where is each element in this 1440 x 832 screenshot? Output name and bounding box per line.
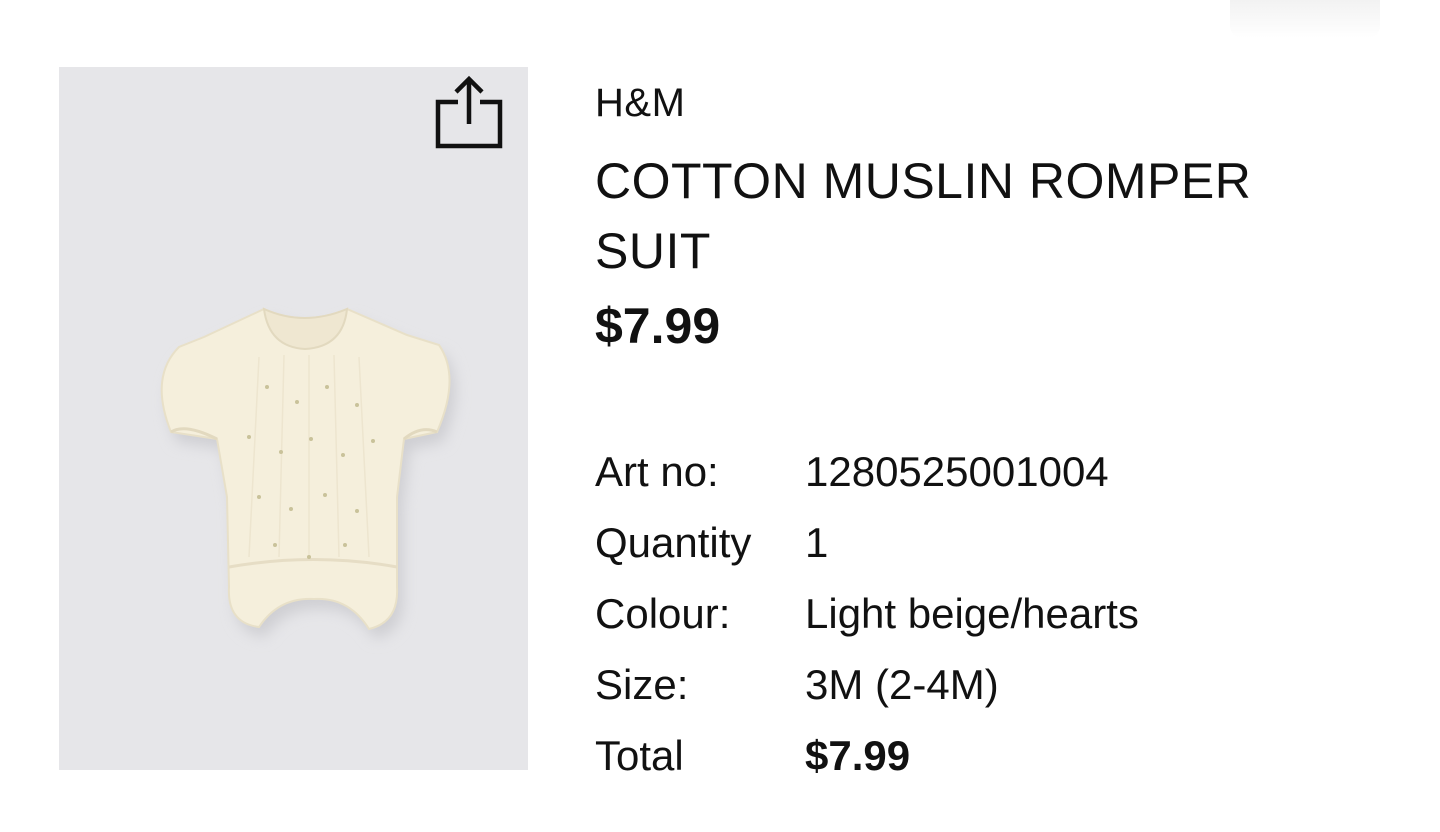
colour-value: Light beige/hearts [805, 589, 1139, 637]
art-no-value: 1280525001004 [805, 447, 1109, 495]
product-price: $7.99 [595, 298, 721, 354]
share-icon [435, 75, 503, 149]
detail-row-size: Size: 3M (2-4M) [595, 649, 1139, 720]
total-value: $7.99 [805, 731, 911, 779]
size-value: 3M (2-4M) [805, 660, 999, 708]
brand-name: H&M [595, 81, 686, 125]
detail-row-total: Total $7.99 [595, 720, 1139, 791]
detail-row-colour: Colour: Light beige/hearts [595, 578, 1139, 649]
order-item-page: H&M COTTON MUSLIN ROMPER SUIT $7.99 Art … [0, 0, 1440, 832]
order-details-table: Art no: 1280525001004 Quantity 1 Colour:… [595, 436, 1139, 791]
quantity-label: Quantity [595, 518, 752, 566]
product-details: H&M COTTON MUSLIN ROMPER SUIT $7.99 [595, 78, 1355, 356]
size-label: Size: [595, 660, 689, 708]
art-no-label: Art no: [595, 447, 719, 495]
detail-row-quantity: Quantity 1 [595, 507, 1139, 578]
product-image[interactable] [59, 67, 528, 770]
colour-label: Colour: [595, 589, 731, 637]
detail-row-art-no: Art no: 1280525001004 [595, 436, 1139, 507]
top-overlay [1230, 0, 1380, 38]
romper-suit-illustration [160, 307, 456, 639]
quantity-value: 1 [805, 518, 829, 566]
product-title: COTTON MUSLIN ROMPER SUIT [595, 153, 1252, 279]
total-label: Total [595, 731, 684, 779]
share-button[interactable] [432, 74, 506, 152]
